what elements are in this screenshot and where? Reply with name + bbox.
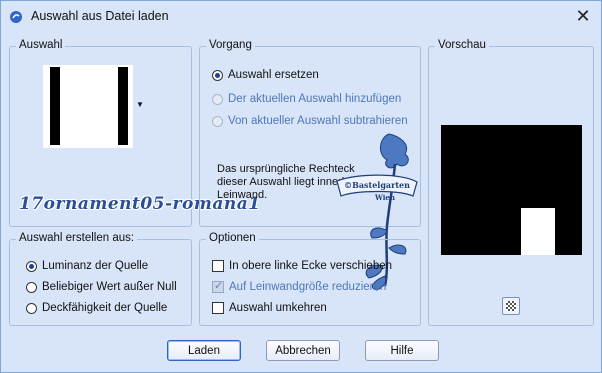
- radio-indicator: [26, 260, 37, 272]
- group-vorgang: Vorgang Auswahl ersetzen Der aktuellen A…: [199, 39, 421, 291]
- watermark-brand: ©Bastelgarten: [344, 180, 410, 190]
- cancel-button[interactable]: Abbrechen: [266, 340, 340, 361]
- radio-label: Luminanz der Quelle: [42, 260, 149, 272]
- preview-canvas: [441, 125, 582, 255]
- checkbox-label: In obere linke Ecke verschieben: [229, 260, 393, 272]
- radio-label: Auswahl ersetzen: [228, 69, 319, 81]
- title-bar: Auswahl aus Datei laden ✕: [1, 1, 601, 32]
- thumbnail-bar-left: [50, 67, 60, 145]
- radio-indicator: [212, 93, 223, 105]
- group-auswahl-legend: Auswahl: [16, 39, 66, 51]
- checkbox-leinwandgroesse[interactable]: Auf Leinwandgröße reduzieren: [212, 279, 387, 293]
- svg-text:Wien: Wien: [374, 193, 395, 202]
- radio-indicator: [212, 115, 223, 127]
- load-button[interactable]: Laden: [167, 340, 241, 361]
- group-vorschau: Vorschau: [428, 39, 594, 326]
- checkbox-auswahl-umkehren[interactable]: Auswahl umkehren: [212, 302, 327, 314]
- radio-deckfaehigkeit[interactable]: Deckfähigkeit der Quelle: [26, 302, 167, 314]
- radio-label: Beliebiger Wert außer Null: [42, 281, 177, 293]
- checkbox-box: [212, 302, 224, 314]
- dropdown-arrow-icon[interactable]: ▼: [136, 100, 144, 109]
- radio-hinzufuegen[interactable]: Der aktuellen Auswahl hinzufügen: [212, 93, 401, 105]
- thumbnail-bar-right: [118, 67, 128, 145]
- app-icon: [10, 11, 22, 23]
- group-erstellen: Auswahl erstellen aus: Luminanz der Quel…: [9, 232, 192, 326]
- group-vorgang-legend: Vorgang: [206, 39, 255, 51]
- radio-auswahl-ersetzen[interactable]: Auswahl ersetzen: [212, 69, 319, 81]
- radio-beliebiger-wert[interactable]: Beliebiger Wert außer Null: [26, 281, 177, 293]
- group-optionen: Optionen In obere linke Ecke verschieben…: [199, 232, 421, 326]
- radio-label: Deckfähigkeit der Quelle: [42, 302, 168, 314]
- group-erstellen-legend: Auswahl erstellen aus:: [16, 232, 138, 244]
- radio-label: Der aktuellen Auswahl hinzufügen: [228, 93, 402, 105]
- radio-indicator: [26, 281, 37, 293]
- checker-icon[interactable]: [502, 297, 520, 315]
- radio-indicator: [212, 69, 223, 81]
- close-button[interactable]: ✕: [571, 5, 595, 27]
- checkbox-obere-linke-ecke[interactable]: In obere linke Ecke verschieben: [212, 260, 392, 272]
- preview-selection: [521, 208, 555, 255]
- group-vorschau-legend: Vorschau: [435, 39, 489, 51]
- checkbox-box: [212, 279, 224, 293]
- radio-indicator: [26, 302, 37, 314]
- checkbox-label: Auswahl umkehren: [229, 302, 327, 314]
- close-icon: ✕: [575, 5, 591, 26]
- checkbox-label: Auf Leinwandgröße reduzieren: [229, 281, 387, 293]
- group-optionen-legend: Optionen: [206, 232, 259, 244]
- radio-luminanz[interactable]: Luminanz der Quelle: [26, 260, 148, 272]
- selection-thumbnail[interactable]: [43, 65, 133, 148]
- window-title: Auswahl aus Datei laden: [31, 9, 169, 23]
- checkbox-box: [212, 260, 224, 272]
- dialog-window: Auswahl aus Datei laden ✕ Auswahl ▼ 17or…: [0, 0, 602, 373]
- help-button[interactable]: Hilfe: [365, 340, 439, 361]
- group-auswahl: Auswahl ▼ 17ornament05-romana1: [9, 39, 260, 227]
